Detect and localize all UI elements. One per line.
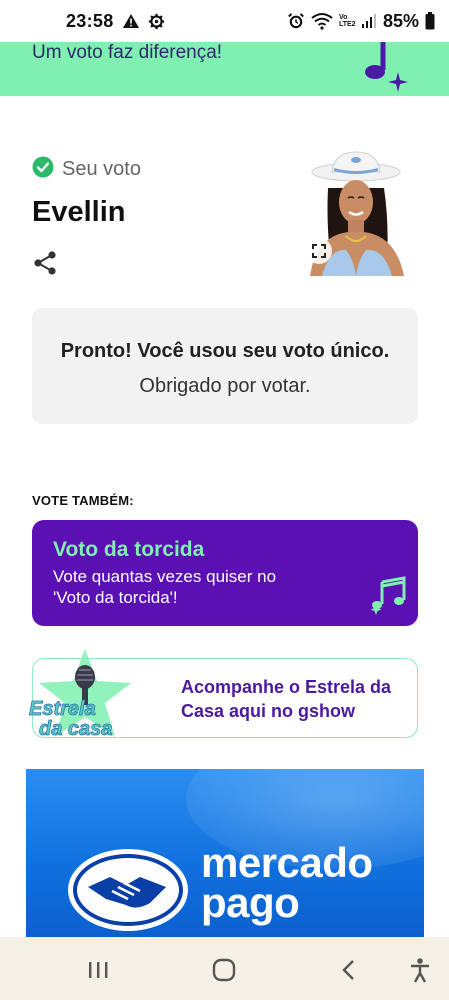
alarm-icon — [287, 12, 305, 30]
participant-photo — [296, 150, 418, 276]
mercado-pago-line1: mercado — [201, 839, 373, 886]
estrela-logo-line1: Estrela — [29, 698, 96, 720]
vote-summary: Seu voto Evellin — [32, 150, 418, 280]
voto-da-torcida-card[interactable]: Voto da torcida Vote quantas vezes quise… — [32, 520, 418, 626]
accessibility-icon — [411, 958, 429, 983]
music-notes-icon — [366, 574, 410, 623]
network-type-label: Vo LTE2 — [338, 14, 356, 28]
home-icon — [212, 958, 236, 982]
share-icon — [34, 251, 56, 275]
battery-percent: 85% — [382, 10, 419, 31]
check-circle-icon — [32, 156, 54, 183]
share-button[interactable] — [32, 250, 58, 276]
voted-participant-name: Evellin — [32, 196, 126, 228]
expand-photo-button[interactable] — [306, 238, 332, 264]
mercado-pago-handshake-icon — [66, 847, 190, 938]
also-vote-label: VOTE TAMBÉM: — [32, 493, 134, 508]
recent-apps-button[interactable] — [83, 955, 113, 985]
estrela-da-casa-logo: Estrela da casa — [15, 647, 175, 743]
wifi-icon — [311, 12, 333, 30]
battery-icon — [425, 12, 435, 30]
banner-text: Um voto faz diferença! — [32, 42, 223, 63]
status-bar: 23:58 Vo LTE2 85% — [0, 0, 449, 42]
vote-confirmation-box: Pronto! Você usou seu voto único. Obriga… — [32, 308, 418, 424]
estrela-da-casa-card[interactable]: Estrela da casa Acompanhe o Estrela da C… — [29, 649, 418, 740]
mercado-pago-line2: pago — [201, 879, 300, 926]
back-button[interactable] — [334, 955, 364, 985]
vote-check-row: Seu voto — [32, 156, 141, 183]
confirmation-regular-text: Obrigado por votar. — [139, 375, 311, 397]
signal-icon — [361, 13, 377, 29]
warning-icon — [122, 13, 140, 29]
status-time: 23:58 — [66, 10, 114, 31]
vote-promo-banner: Um voto faz diferença! — [0, 42, 449, 96]
home-button[interactable] — [209, 955, 239, 985]
torcida-title: Voto da torcida — [53, 538, 205, 561]
estrela-da-casa-text: Acompanhe o Estrela da Casa aqui no gsho… — [181, 677, 392, 721]
torcida-subtitle: Vote quantas vezes quiser no 'Voto da to… — [53, 567, 277, 607]
system-nav-bar — [0, 937, 449, 1000]
music-note-icon — [360, 42, 420, 96]
confirmation-bold-text: Pronto! Você usou seu voto único. — [60, 340, 390, 362]
settings-gear-icon — [148, 13, 165, 30]
back-icon — [342, 960, 354, 980]
mercado-pago-wordmark: mercado pago — [201, 839, 373, 926]
expand-icon — [312, 244, 326, 258]
mercado-pago-ad[interactable]: mercado pago — [26, 769, 424, 939]
your-vote-label: Seu voto — [62, 158, 141, 180]
recent-apps-icon — [89, 962, 108, 978]
accessibility-button[interactable] — [405, 955, 435, 985]
estrela-logo-line2: da casa — [39, 718, 112, 740]
